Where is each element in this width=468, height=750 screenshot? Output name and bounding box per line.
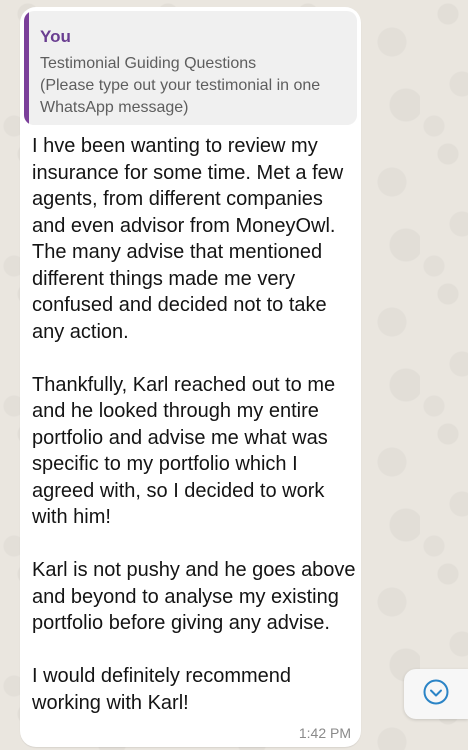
quoted-message[interactable]: You Testimonial Guiding Questions (Pleas… xyxy=(24,11,357,125)
quoted-text: Testimonial Guiding Questions (Please ty… xyxy=(40,55,321,116)
message-text: I hve been wanting to review my insuranc… xyxy=(32,135,356,714)
quoted-author: You xyxy=(40,27,71,46)
chevron-down-circle-icon xyxy=(422,678,450,711)
message-bubble[interactable]: You Testimonial Guiding Questions (Pleas… xyxy=(20,7,361,747)
scroll-to-bottom-button[interactable] xyxy=(404,669,468,719)
message-timestamp: 1:42 PM xyxy=(298,725,351,741)
quote-accent-bar xyxy=(24,11,29,125)
